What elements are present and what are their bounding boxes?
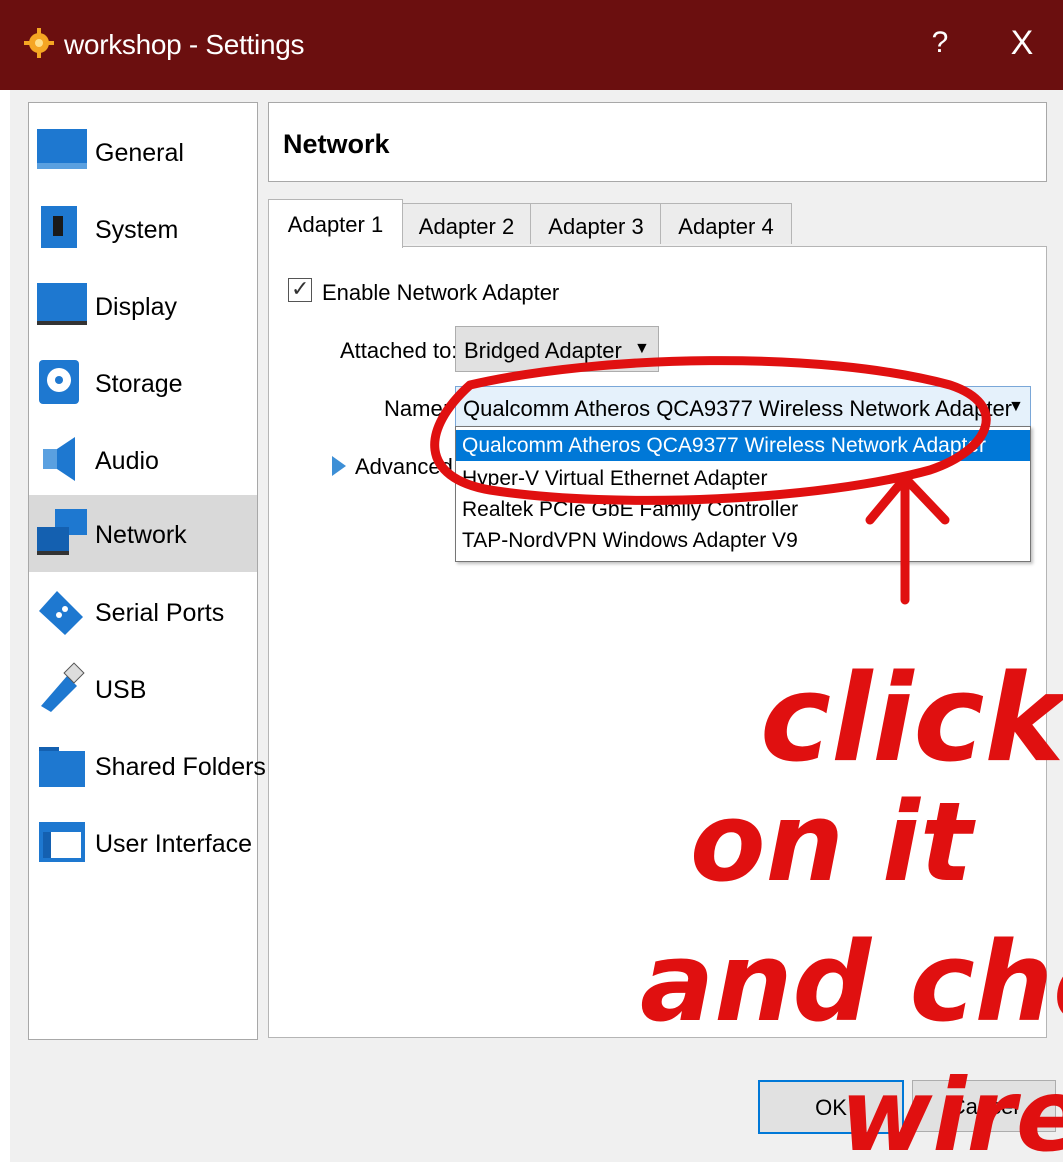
adapter-tabs: Adapter 1 Adapter 2 Adapter 3 Adapter 4	[268, 199, 1045, 248]
attached-to-value: Bridged Adapter	[464, 338, 622, 363]
sidebar-item-audio[interactable]: Audio	[29, 421, 257, 498]
adapter-name-dropdown: Qualcomm Atheros QCA9377 Wireless Networ…	[455, 426, 1031, 562]
network-icon	[37, 509, 87, 555]
tab-label: Adapter 4	[678, 214, 774, 239]
close-button[interactable]: X	[1002, 24, 1042, 63]
sidebar-item-label: System	[95, 216, 179, 244]
dropdown-option-tap-nordvpn[interactable]: TAP-NordVPN Windows Adapter V9	[456, 525, 1030, 556]
enable-adapter-label: Enable Network Adapter	[322, 280, 560, 305]
sidebar-item-label: General	[95, 139, 184, 167]
tab-adapter-4[interactable]: Adapter 4	[660, 203, 792, 244]
dropdown-option-qualcomm[interactable]: Qualcomm Atheros QCA9377 Wireless Networ…	[456, 430, 1030, 461]
page-header: Network	[268, 102, 1047, 182]
check-icon: ✓	[291, 276, 310, 301]
dropdown-option-hyper-v[interactable]: Hyper-V Virtual Ethernet Adapter	[456, 463, 1030, 494]
chevron-down-icon: ▼	[1008, 398, 1024, 415]
sidebar-item-network[interactable]: Network	[29, 495, 257, 572]
adapter-name-value: Qualcomm Atheros QCA9377 Wireless Networ…	[463, 396, 1013, 421]
option-label: TAP-NordVPN Windows Adapter V9	[462, 529, 798, 552]
ok-button[interactable]: OK	[758, 1080, 904, 1134]
virtualbox-app-icon	[24, 28, 54, 58]
expand-triangle-icon[interactable]	[332, 456, 346, 476]
title-bar: workshop - Settings ? X	[0, 0, 1063, 90]
sidebar-item-user-interface[interactable]: User Interface	[29, 804, 257, 881]
general-icon	[37, 129, 87, 169]
sidebar-item-label: Storage	[95, 370, 183, 398]
tab-adapter-1[interactable]: Adapter 1	[268, 199, 403, 248]
user-interface-icon	[39, 822, 85, 862]
tab-label: Adapter 2	[418, 214, 515, 239]
serial-ports-icon	[39, 591, 83, 635]
tab-label: Adapter 1	[287, 212, 384, 237]
advanced-toggle[interactable]: Advanced	[355, 454, 453, 480]
sidebar-item-label: Audio	[95, 447, 159, 475]
system-icon	[41, 206, 77, 248]
sidebar-item-usb[interactable]: USB	[29, 650, 257, 727]
chevron-down-icon: ▼	[634, 340, 650, 357]
sidebar-item-display[interactable]: Display	[29, 267, 257, 344]
audio-icon	[43, 437, 75, 481]
tab-adapter-3[interactable]: Adapter 3	[530, 203, 662, 244]
sidebar-item-storage[interactable]: Storage	[29, 344, 257, 421]
storage-icon	[39, 360, 79, 404]
option-label: Hyper-V Virtual Ethernet Adapter	[462, 467, 768, 490]
sidebar-item-label: Network	[95, 521, 187, 549]
sidebar-item-serial-ports[interactable]: Serial Ports	[29, 573, 257, 650]
ok-button-label: OK	[815, 1095, 847, 1120]
adapter-name-select[interactable]: Qualcomm Atheros QCA9377 Wireless Networ…	[455, 386, 1031, 428]
tab-label: Adapter 3	[548, 214, 644, 239]
sidebar-item-general[interactable]: General	[29, 113, 257, 190]
shared-folders-icon	[39, 747, 85, 787]
display-icon	[37, 283, 87, 325]
page-title: Network	[283, 129, 390, 159]
sidebar-item-system[interactable]: System	[29, 190, 257, 267]
dropdown-option-realtek[interactable]: Realtek PCIe GbE Family Controller	[456, 494, 1030, 525]
window-title: workshop - Settings	[64, 29, 305, 60]
sidebar-item-label: USB	[95, 676, 147, 704]
cancel-button[interactable]: Cancel	[912, 1080, 1056, 1132]
enable-adapter-checkbox[interactable]: ✓	[288, 276, 312, 302]
cancel-button-label: Cancel	[949, 1094, 1019, 1119]
sidebar-item-label: User Interface	[95, 830, 253, 858]
sidebar-item-label: Shared Folders	[95, 753, 266, 781]
attached-to-label: Attached to:	[340, 338, 458, 363]
tab-adapter-2[interactable]: Adapter 2	[401, 203, 532, 244]
name-label: Name:	[384, 396, 449, 421]
option-label: Realtek PCIe GbE Family Controller	[462, 498, 799, 521]
sidebar-item-label: Serial Ports	[95, 599, 225, 627]
option-label: Qualcomm Atheros QCA9377 Wireless Networ…	[462, 434, 987, 457]
sidebar-item-label: Display	[95, 293, 177, 321]
sidebar-item-shared-folders[interactable]: Shared Folders	[29, 727, 266, 804]
help-button[interactable]: ?	[925, 26, 955, 60]
attached-to-select[interactable]: Bridged Adapter ▼	[455, 326, 659, 372]
settings-sidebar: General System Display Storage Audio Net…	[28, 102, 266, 1040]
usb-icon	[41, 662, 85, 712]
